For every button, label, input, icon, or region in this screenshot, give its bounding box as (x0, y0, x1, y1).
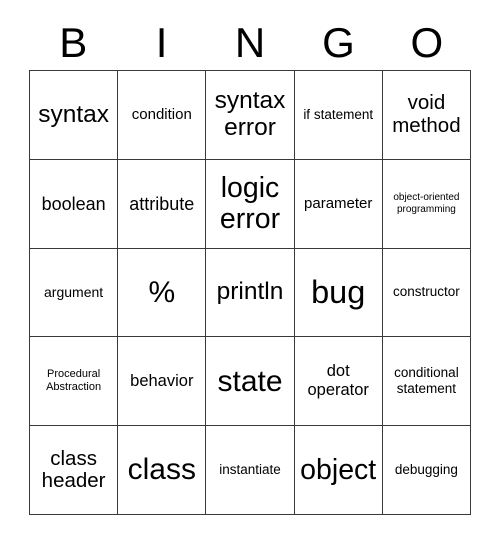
bingo-cell-label: parameter (304, 194, 373, 212)
bingo-cell[interactable]: conditional statement (382, 337, 472, 427)
bingo-cell-label: syntax error (214, 87, 286, 141)
bingo-header-row: B I N G O (29, 18, 471, 68)
bingo-cell-label: bug (311, 273, 366, 310)
bingo-header-letter-o: O (410, 19, 444, 66)
bingo-cell-label: object (300, 453, 377, 486)
bingo-grid: syntax condition syntax error if stateme… (29, 70, 472, 515)
bingo-header-letter-g: G (322, 19, 355, 66)
bingo-cell-label: instantiate (219, 461, 281, 477)
bingo-cell-label: class (127, 453, 196, 487)
bingo-cell-label: println (216, 278, 284, 306)
bingo-row: syntax condition syntax error if stateme… (30, 71, 472, 160)
bingo-cell[interactable]: bug (294, 248, 383, 338)
bingo-cell[interactable]: debugging (382, 426, 472, 515)
bingo-cell[interactable]: object (294, 426, 383, 515)
bingo-cell-label: conditional statement (394, 365, 459, 397)
bingo-cell[interactable]: class header (30, 426, 119, 515)
bingo-card: B I N G O syntax condition syntax error … (0, 0, 500, 544)
bingo-cell[interactable]: syntax error (206, 71, 295, 160)
bingo-cell-label: if statement (303, 106, 374, 122)
bingo-cell-label: Procedural Abstraction (46, 368, 102, 394)
bingo-cell-label: constructor (393, 284, 460, 300)
bingo-cell-label: state (217, 364, 283, 398)
bingo-header-letter-b: B (59, 19, 88, 66)
bingo-cell[interactable]: logic error (206, 159, 295, 249)
bingo-cell[interactable]: % (118, 248, 207, 338)
bingo-cell[interactable]: state (206, 337, 295, 427)
bingo-row: argument % println bug constructor (30, 248, 472, 338)
bingo-cell-label: % (148, 275, 176, 309)
bingo-cell[interactable]: Procedural Abstraction (30, 337, 119, 427)
bingo-cell-label: logic error (219, 172, 281, 235)
bingo-header-letter-i: I (155, 19, 168, 66)
bingo-cell-label: argument (44, 284, 104, 301)
bingo-cell-label: behavior (130, 371, 194, 390)
bingo-cell-label: void method (392, 91, 461, 137)
bingo-cell[interactable]: syntax (30, 71, 119, 160)
bingo-cell[interactable]: argument (30, 248, 119, 338)
bingo-cell[interactable]: void method (382, 71, 472, 160)
bingo-cell-label: debugging (394, 461, 458, 477)
bingo-cell-label: boolean (41, 193, 106, 214)
bingo-cell[interactable]: parameter (294, 159, 383, 249)
bingo-cell[interactable]: class (118, 426, 207, 515)
bingo-cell[interactable]: println (206, 248, 295, 338)
bingo-cell-label: object-oriented programming (393, 191, 460, 215)
bingo-header-letter-n: N (234, 19, 266, 66)
bingo-cell[interactable]: instantiate (206, 426, 295, 515)
bingo-cell[interactable]: if statement (294, 71, 383, 160)
bingo-cell[interactable]: constructor (382, 248, 472, 338)
bingo-cell[interactable]: behavior (118, 337, 207, 427)
bingo-row: boolean attribute logic error parameter … (30, 159, 472, 249)
bingo-cell[interactable]: boolean (30, 159, 119, 249)
bingo-cell-label: syntax (38, 100, 109, 128)
bingo-cell[interactable]: object-oriented programming (382, 159, 472, 249)
bingo-cell-label: dot operator (307, 362, 369, 400)
bingo-cell[interactable]: dot operator (294, 337, 383, 427)
bingo-cell[interactable]: condition (118, 71, 207, 160)
bingo-row: Procedural Abstraction behavior state do… (30, 337, 472, 427)
bingo-row: class header class instantiate object de… (30, 426, 472, 515)
bingo-cell-label: class header (41, 446, 106, 493)
bingo-cell-label: attribute (129, 193, 195, 214)
bingo-cell-label: condition (131, 105, 192, 123)
bingo-cell[interactable]: attribute (118, 159, 207, 249)
